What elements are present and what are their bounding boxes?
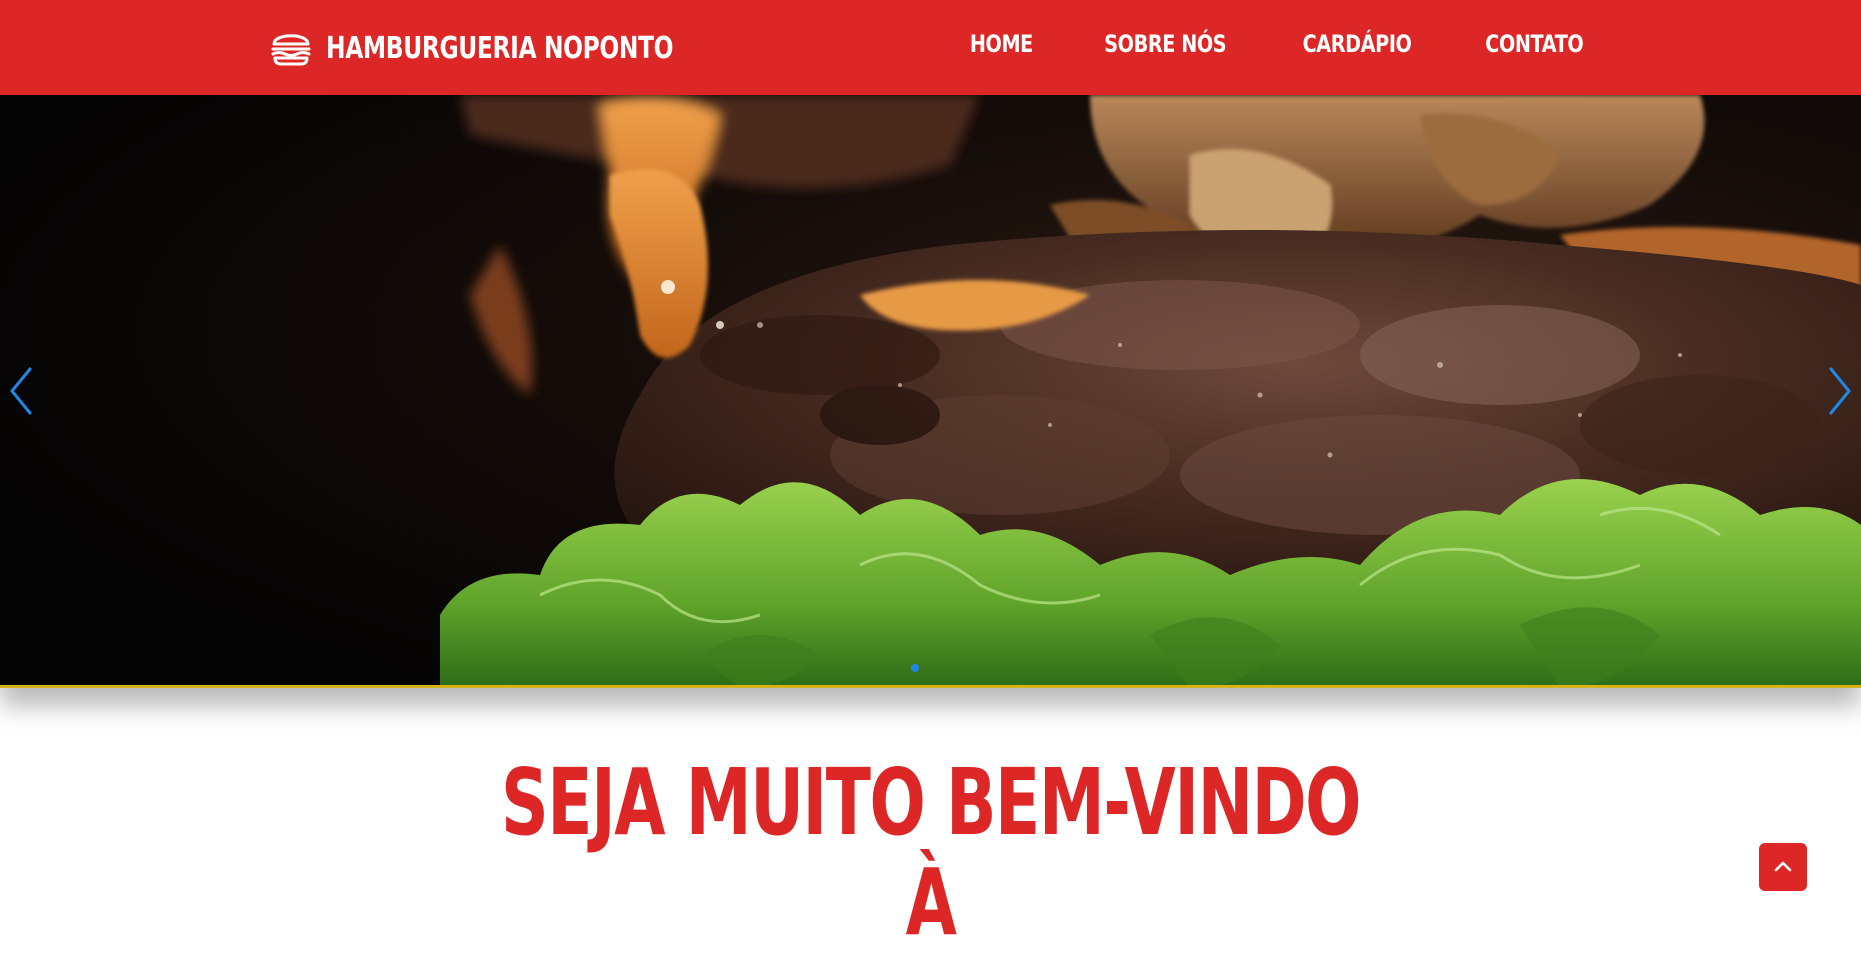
nav-link-home[interactable]: HOME [970, 30, 1033, 58]
back-to-top-button[interactable] [1759, 843, 1807, 891]
nav-link-cardapio[interactable]: CARDÁPIO [1303, 30, 1412, 58]
chevron-up-icon [1774, 861, 1792, 872]
chevron-right-icon [1829, 367, 1851, 415]
welcome-line-2: À [905, 849, 957, 956]
carousel-slide-image [0, 95, 1861, 685]
nav-link-sobre-nos[interactable]: SOBRE NÓS [1104, 30, 1226, 58]
main-nav: HOME SOBRE NÓS CARDÁPIO CONTATO [962, 30, 1596, 58]
brand-link[interactable]: HAMBURGUERIA NOPONTO [270, 28, 771, 68]
carousel-indicator-1[interactable] [911, 664, 919, 672]
welcome-line-1: SEJA MUITO BEM-VINDO [500, 749, 1361, 856]
hamburger-icon [271, 34, 311, 66]
hero-carousel [0, 95, 1861, 688]
brand-name: HAMBURGUERIA NOPONTO [326, 30, 674, 66]
welcome-heading: SEJA MUITO BEM-VINDO À [0, 753, 1861, 953]
carousel-prev-button[interactable] [0, 363, 40, 419]
top-navbar: HAMBURGUERIA NOPONTO HOME SOBRE NÓS CARD… [0, 0, 1861, 95]
chevron-left-icon [10, 367, 32, 415]
carousel-next-button[interactable] [1821, 363, 1861, 419]
nav-link-contato[interactable]: CONTATO [1486, 30, 1584, 58]
